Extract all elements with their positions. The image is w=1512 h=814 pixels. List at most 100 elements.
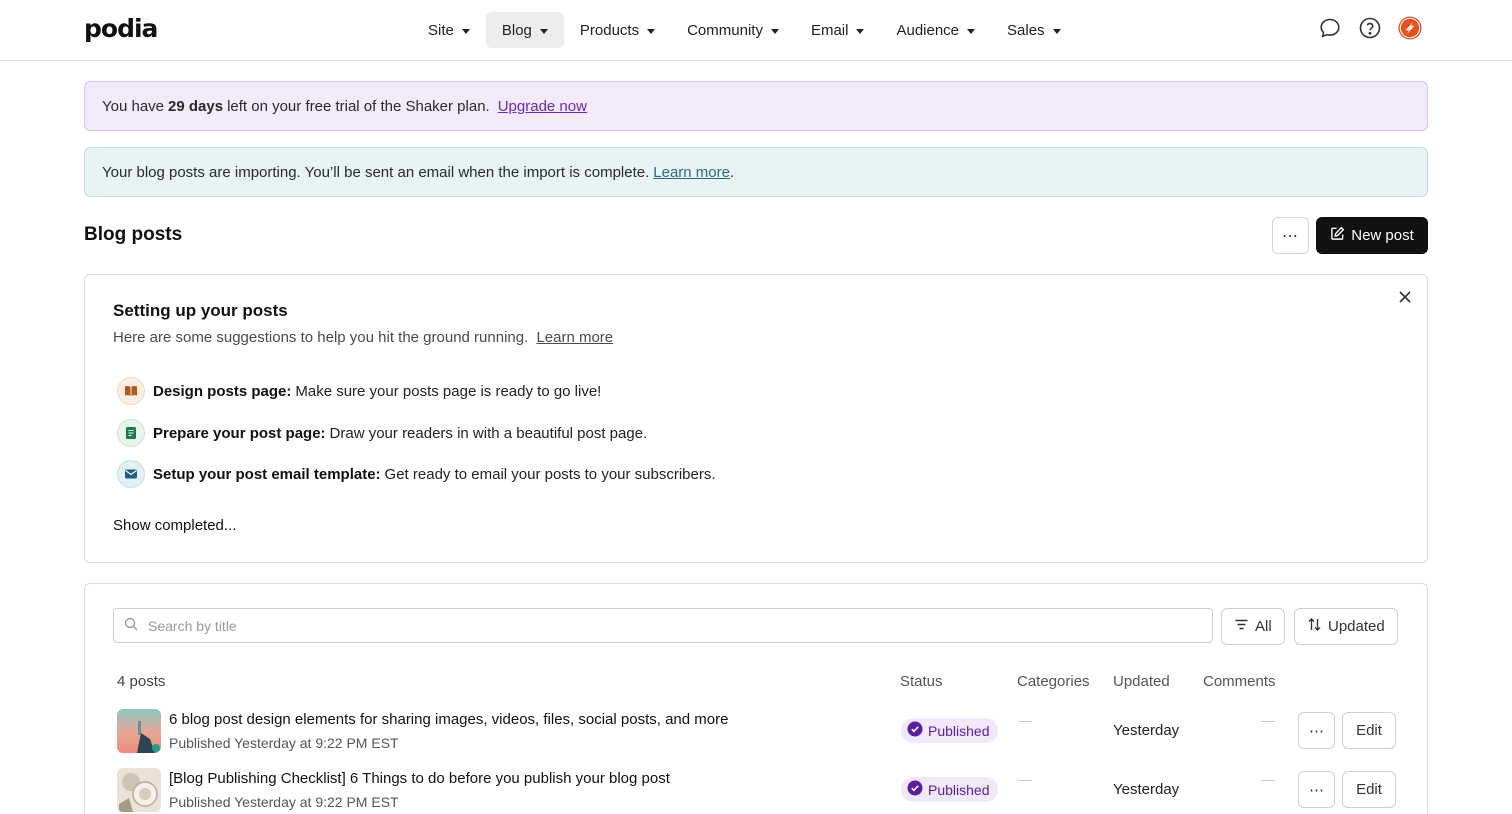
setup-suggestions-card: Setting up your posts Here are some sugg… — [84, 274, 1428, 563]
task-title: Prepare your post page: — [153, 424, 326, 442]
search-icon — [124, 617, 138, 635]
post-published-date: Published Yesterday at 9:22 PM EST — [169, 794, 399, 810]
status-badge: Published — [901, 777, 998, 802]
task-description: Get ready to email your posts to your su… — [384, 465, 716, 483]
top-navigation: podia Site Blog Products Community Email… — [0, 0, 1512, 61]
nav-item-label: Community — [687, 21, 763, 39]
caret-down-icon — [856, 28, 865, 34]
post-updated: Yesterday — [1113, 722, 1180, 739]
edit-post-button[interactable]: Edit — [1342, 771, 1396, 808]
page-more-options-button[interactable]: ⋯ — [1272, 217, 1309, 254]
import-status-text: Your blog posts are importing. You’ll be… — [102, 163, 650, 181]
post-updated: Yesterday — [1113, 781, 1180, 798]
book-icon — [117, 377, 145, 405]
account-avatar-icon[interactable] — [1398, 16, 1422, 40]
upgrade-now-link[interactable]: Upgrade now — [498, 98, 587, 115]
ellipsis-icon: ⋯ — [1309, 781, 1324, 799]
show-completed-link[interactable]: Show completed... — [113, 517, 236, 534]
nav-item-label: Email — [810, 21, 849, 39]
nav-item-sales[interactable]: Sales — [991, 12, 1077, 48]
search-input[interactable] — [148, 617, 1148, 634]
trial-banner: You have 29 days left on your free trial… — [84, 81, 1428, 131]
filter-button[interactable]: All — [1221, 608, 1285, 645]
post-thumbnail — [117, 709, 161, 753]
column-header-status: Status — [900, 673, 943, 690]
setup-card-subtitle: Here are some suggestions to help you hi… — [113, 329, 613, 346]
edit-post-button[interactable]: Edit — [1342, 712, 1396, 749]
caret-down-icon — [1052, 28, 1061, 34]
nav-item-audience[interactable]: Audience — [880, 12, 991, 48]
filter-label: All — [1255, 618, 1272, 635]
sort-arrows-icon — [1307, 617, 1322, 636]
task-setup-email-template[interactable]: Setup your post email template: Get read… — [117, 460, 716, 488]
import-status-banner: Your blog posts are importing. You’ll be… — [84, 147, 1428, 197]
categories-empty-dash — [1018, 780, 1032, 781]
envelope-icon — [117, 460, 145, 488]
podia-logo[interactable]: podia — [84, 14, 158, 43]
help-icon[interactable] — [1358, 16, 1382, 40]
page-title: Blog posts — [84, 224, 183, 245]
edit-label: Edit — [1356, 781, 1382, 798]
ellipsis-icon: ⋯ — [1309, 722, 1324, 740]
row-more-options-button[interactable]: ⋯ — [1298, 712, 1335, 749]
post-thumbnail — [117, 768, 161, 812]
new-post-button[interactable]: New post — [1316, 217, 1428, 254]
post-title[interactable]: [Blog Publishing Checklist] 6 Things to … — [169, 770, 670, 787]
sort-label: Updated — [1328, 618, 1385, 635]
ellipsis-icon: ⋯ — [1282, 227, 1299, 245]
column-header-categories: Categories — [1017, 673, 1090, 690]
post-title[interactable]: 6 blog post design elements for sharing … — [169, 711, 728, 728]
chat-icon[interactable] — [1318, 16, 1342, 40]
new-post-label: New post — [1351, 227, 1414, 244]
import-banner-period: . — [729, 163, 735, 181]
setup-subtitle-text: Here are some suggestions to help you hi… — [113, 329, 529, 346]
status-badge: Published — [901, 718, 998, 743]
comments-empty-dash — [1261, 780, 1275, 781]
caret-down-icon — [647, 28, 656, 34]
categories-empty-dash — [1018, 721, 1032, 722]
header-actions — [1318, 16, 1422, 40]
trial-text-after: left on your free trial of the Shaker pl… — [227, 97, 490, 115]
filter-icon — [1234, 617, 1249, 636]
task-title: Setup your post email template: — [153, 465, 381, 483]
nav-item-label: Sales — [1007, 21, 1045, 39]
task-design-posts-page[interactable]: Design posts page: Make sure your posts … — [117, 377, 601, 405]
nav-item-products[interactable]: Products — [564, 12, 671, 48]
document-icon — [117, 419, 145, 447]
caret-down-icon — [539, 28, 548, 34]
nav-item-community[interactable]: Community — [671, 12, 795, 48]
nav-item-label: Audience — [896, 21, 960, 39]
nav-item-email[interactable]: Email — [795, 12, 881, 48]
nav-item-blog[interactable]: Blog — [485, 12, 564, 48]
edit-label: Edit — [1356, 722, 1382, 739]
nav-item-label: Site — [428, 21, 454, 39]
column-header-comments: Comments — [1203, 673, 1276, 690]
comments-empty-dash — [1261, 721, 1275, 722]
column-header-updated: Updated — [1113, 673, 1170, 690]
close-icon[interactable] — [1395, 287, 1415, 307]
search-field[interactable] — [113, 608, 1213, 643]
check-circle-icon — [907, 721, 923, 740]
setup-card-title: Setting up your posts — [113, 301, 288, 320]
nav-item-site[interactable]: Site — [412, 12, 486, 48]
caret-down-icon — [461, 28, 470, 34]
caret-down-icon — [967, 28, 976, 34]
post-row[interactable]: 6 blog post design elements for sharing … — [113, 709, 1403, 759]
task-description: Make sure your posts page is ready to go… — [295, 382, 602, 400]
row-more-options-button[interactable]: ⋯ — [1298, 771, 1335, 808]
task-description: Draw your readers in with a beautiful po… — [329, 424, 648, 442]
caret-down-icon — [770, 28, 779, 34]
main-menu: Site Blog Products Community Email Audie… — [412, 12, 1077, 48]
sort-button[interactable]: Updated — [1294, 608, 1398, 645]
status-label: Published — [928, 781, 990, 798]
setup-learn-more-link[interactable]: Learn more — [536, 329, 613, 346]
task-title: Design posts page: — [153, 382, 292, 400]
post-row[interactable]: [Blog Publishing Checklist] 6 Things to … — [113, 768, 1403, 814]
post-count: 4 posts — [117, 673, 166, 690]
post-published-date: Published Yesterday at 9:22 PM EST — [169, 735, 399, 751]
nav-item-label: Blog — [501, 21, 532, 39]
posts-list-card: All Updated 4 posts Status Categories Up… — [84, 583, 1428, 814]
import-learn-more-link[interactable]: Learn more — [653, 164, 730, 181]
task-prepare-post-page[interactable]: Prepare your post page: Draw your reader… — [117, 419, 647, 447]
status-label: Published — [928, 722, 990, 739]
